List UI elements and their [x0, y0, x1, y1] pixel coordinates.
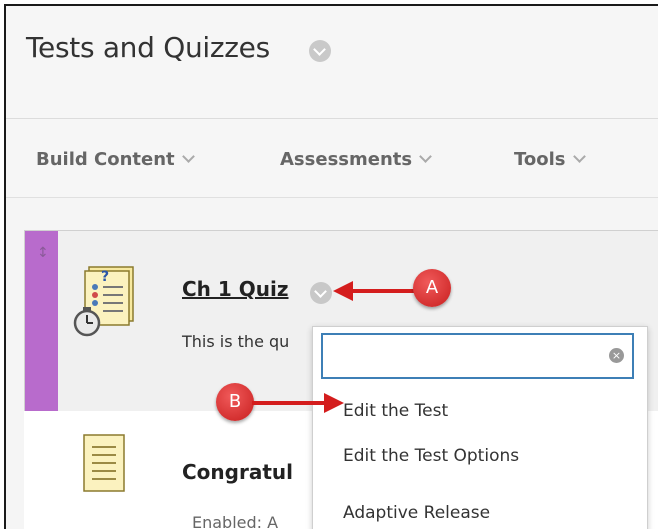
content-frame: Tests and Quizzes Build Content Assessme… — [4, 4, 658, 529]
callout-a: A — [413, 269, 451, 307]
page-options-chevron-icon[interactable] — [309, 40, 331, 62]
item-options-menu: × Edit the Test Edit the Test Options Ad… — [312, 326, 648, 529]
item-title[interactable]: Congratul — [182, 460, 293, 484]
document-icon — [83, 434, 125, 492]
callout-arrow-line — [351, 289, 415, 293]
chevron-down-icon — [419, 150, 432, 163]
build-content-label: Build Content — [36, 149, 175, 170]
item-status: Enabled: A — [192, 513, 279, 529]
quiz-options-chevron-icon[interactable] — [310, 282, 332, 304]
svg-text:?: ? — [101, 269, 109, 285]
chevron-down-icon — [181, 150, 195, 163]
callout-arrow-head — [333, 281, 353, 301]
callout-arrow-line — [252, 401, 326, 405]
menu-item-edit-test-options[interactable]: Edit the Test Options — [343, 446, 519, 466]
assessments-label: Assessments — [280, 149, 413, 170]
callout-arrow-head — [324, 393, 344, 413]
quiz-description: This is the qu — [182, 332, 290, 351]
build-content-menu[interactable]: Build Content — [36, 149, 195, 170]
drag-handle-icon[interactable]: ↕ — [37, 245, 49, 261]
page-title: Tests and Quizzes — [26, 31, 270, 64]
test-icon: ? — [73, 266, 134, 337]
tools-menu[interactable]: Tools — [514, 149, 586, 170]
chevron-down-icon — [572, 150, 586, 163]
quiz-title-link[interactable]: Ch 1 Quiz — [182, 277, 289, 301]
menu-item-adaptive-release[interactable]: Adaptive Release — [343, 503, 490, 523]
menu-item-edit-test[interactable]: Edit the Test — [343, 401, 448, 421]
assessments-menu[interactable]: Assessments — [280, 149, 432, 170]
menu-search-field[interactable]: × — [321, 333, 634, 379]
clear-icon[interactable]: × — [609, 348, 624, 363]
callout-b: B — [216, 383, 254, 421]
action-bar: Build Content Assessments Tools — [6, 119, 658, 198]
page-header: Tests and Quizzes — [6, 6, 658, 119]
tools-label: Tools — [514, 149, 566, 170]
